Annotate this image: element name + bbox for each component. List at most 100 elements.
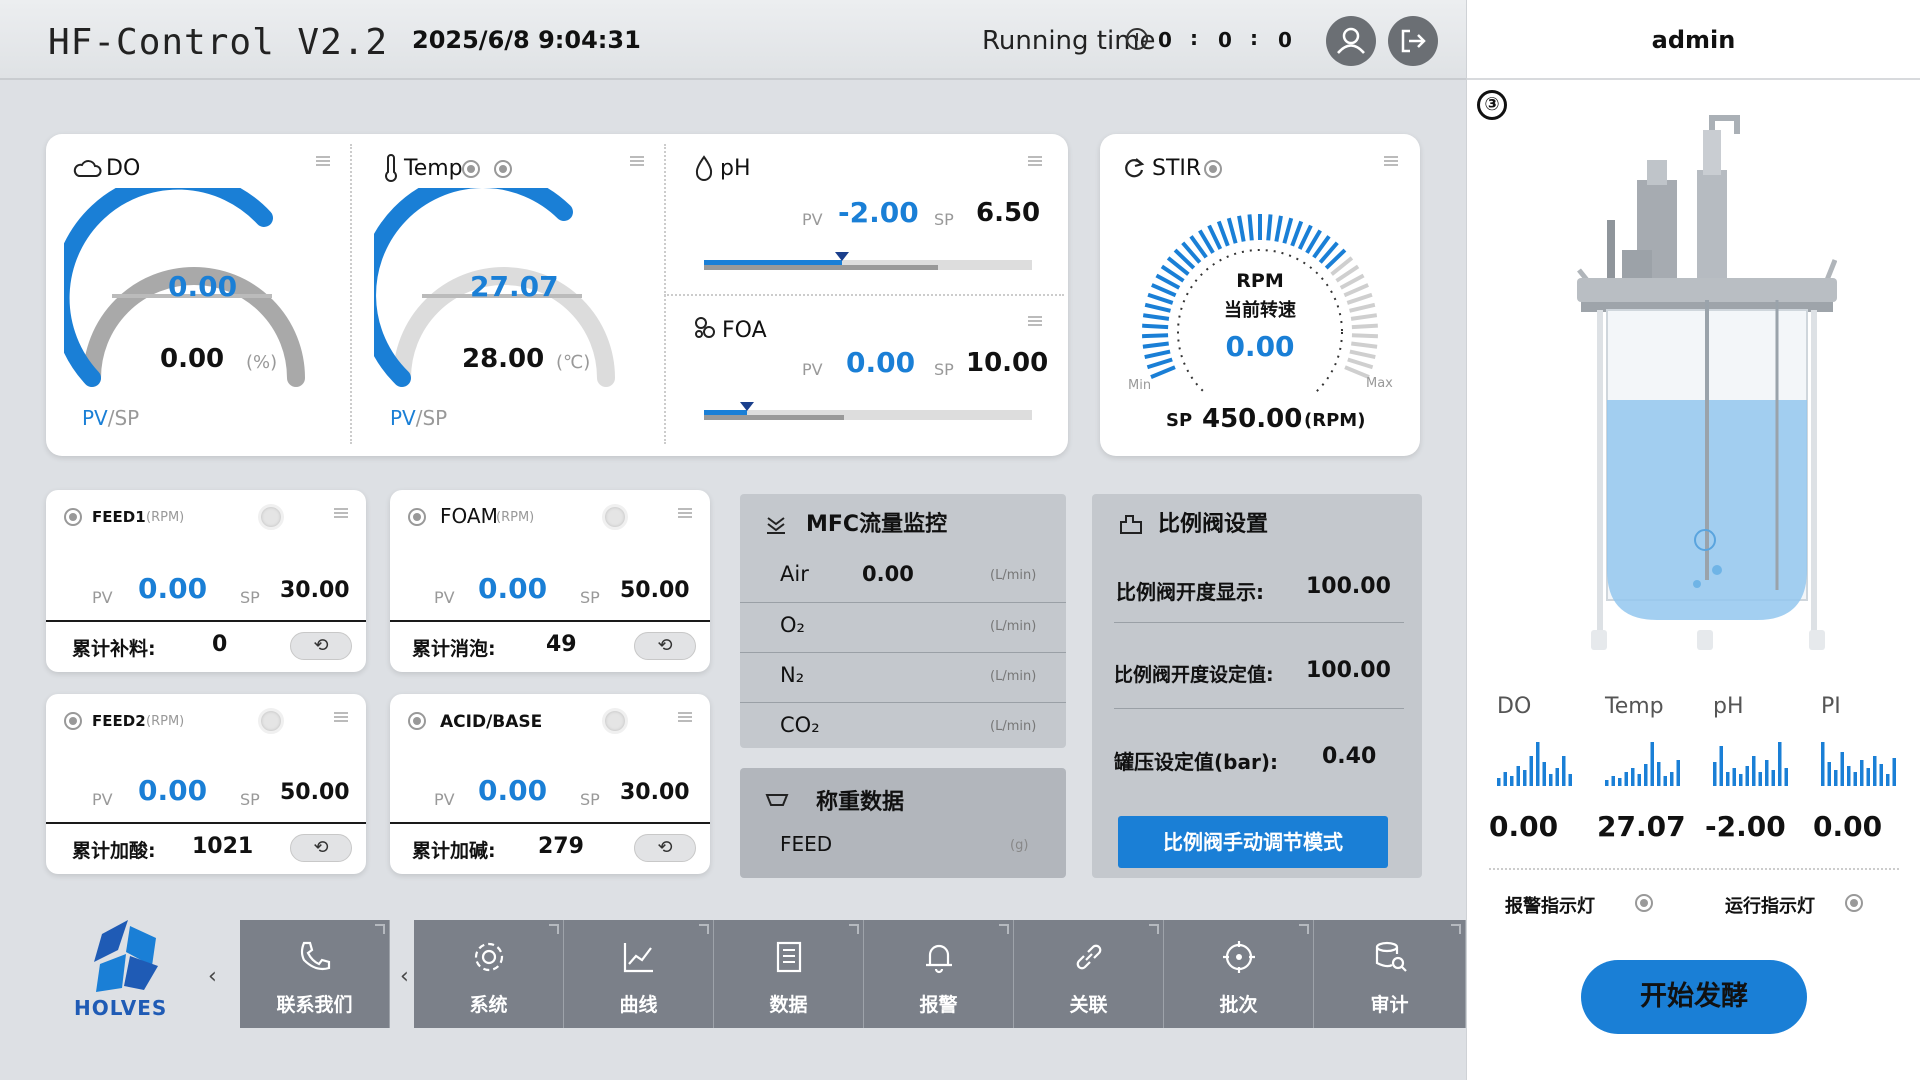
document-icon bbox=[776, 941, 801, 973]
bioreactor-image bbox=[1577, 115, 1837, 650]
feed2-sync-button[interactable]: ⟲ bbox=[290, 834, 352, 862]
nav-prev-arrow[interactable]: ‹ bbox=[208, 964, 217, 989]
top-header: HF-Control V2.2 2025/6/8 9:04:31 Running… bbox=[0, 0, 1466, 80]
menu-icon[interactable] bbox=[1028, 156, 1042, 166]
mini-chart-value: 0.00 bbox=[1813, 810, 1883, 843]
mini-chart-bars bbox=[1605, 742, 1680, 786]
ph-marker-icon bbox=[835, 252, 849, 261]
menu-icon[interactable] bbox=[1384, 156, 1398, 166]
mini-chart-bar bbox=[1650, 742, 1654, 786]
scale-icon bbox=[765, 794, 789, 806]
nav-curve-label: 曲线 bbox=[619, 994, 658, 1016]
menu-icon[interactable] bbox=[334, 712, 348, 722]
menu-icon[interactable] bbox=[678, 712, 692, 722]
feed1-sp-label: SP bbox=[240, 588, 260, 607]
valve-set-label: 比例阀开度设定值: bbox=[1114, 664, 1274, 686]
mini-chart-bar bbox=[1523, 770, 1527, 786]
do-label: DO bbox=[106, 156, 141, 181]
foam-radio[interactable] bbox=[408, 508, 426, 526]
line-chart-icon bbox=[623, 943, 653, 973]
mini-chart-bar bbox=[1497, 778, 1501, 786]
mini-chart-bar bbox=[1853, 772, 1857, 786]
feed1-total-label: 累计补料: bbox=[72, 638, 156, 660]
temp-sp: 28.00 bbox=[462, 344, 545, 374]
mini-chart-bar bbox=[1536, 742, 1540, 786]
acid-sp: 30.00 bbox=[620, 780, 690, 805]
acid-base-radio[interactable] bbox=[408, 712, 426, 730]
menu-icon[interactable] bbox=[1028, 316, 1042, 326]
nav-batch-button[interactable]: 批次 bbox=[1164, 920, 1314, 1028]
menu-icon[interactable] bbox=[678, 508, 692, 518]
nav-contact-button[interactable]: 联系我们 bbox=[240, 920, 390, 1028]
acid-base-led bbox=[602, 708, 628, 734]
mfc-gas-name: O₂ bbox=[780, 613, 805, 637]
acid-pv: 0.00 bbox=[478, 774, 548, 807]
ph-pv: -2.00 bbox=[838, 196, 919, 229]
weigh-feed-label: FEED bbox=[780, 832, 833, 856]
mini-chart-bar bbox=[1778, 742, 1782, 786]
feed2-pv: 0.00 bbox=[138, 774, 208, 807]
manual-mode-button[interactable]: 比例阀手动调节模式 bbox=[1118, 816, 1388, 868]
user-button[interactable] bbox=[1326, 16, 1376, 66]
stir-radio[interactable] bbox=[1204, 160, 1222, 178]
foam-sp-label: SP bbox=[580, 588, 600, 607]
temp-radio-1[interactable] bbox=[462, 160, 480, 178]
menu-icon[interactable] bbox=[334, 508, 348, 518]
valve-display-label: 比例阀开度显示: bbox=[1116, 580, 1264, 604]
droplet-icon bbox=[695, 155, 713, 181]
nav-alarm-button[interactable]: 报警 bbox=[864, 920, 1014, 1028]
do-pvsp-label: PV/SP bbox=[82, 406, 140, 430]
mfc-gas-unit: (L/min) bbox=[990, 619, 1037, 634]
mini-chart-bar bbox=[1676, 760, 1680, 786]
do-sp: 0.00 bbox=[160, 344, 225, 374]
feed1-sync-button[interactable]: ⟲ bbox=[290, 632, 352, 660]
stir-gauge-tick bbox=[1290, 220, 1304, 247]
menu-icon[interactable] bbox=[316, 156, 330, 166]
logout-button[interactable] bbox=[1388, 16, 1438, 66]
foa-marker-icon bbox=[740, 402, 754, 411]
mini-chart-bar bbox=[1745, 766, 1749, 786]
start-fermentation-button[interactable]: 开始发酵 bbox=[1581, 960, 1807, 1034]
mini-chart-bar bbox=[1605, 780, 1609, 786]
temp-radio-2[interactable] bbox=[494, 160, 512, 178]
mini-chart-value: 27.07 bbox=[1597, 810, 1686, 843]
feed1-radio[interactable] bbox=[64, 508, 82, 526]
mini-chart-bar bbox=[1765, 760, 1769, 786]
logout-icon bbox=[1401, 29, 1426, 53]
feed1-pv: 0.00 bbox=[138, 572, 208, 605]
nav-link-button[interactable]: 关联 bbox=[1014, 920, 1164, 1028]
acid-sync-button[interactable]: ⟲ bbox=[634, 834, 696, 862]
mfc-title: MFC流量监控 bbox=[806, 512, 948, 537]
mini-chart-bars bbox=[1497, 742, 1572, 786]
mini-chart-bar bbox=[1657, 762, 1661, 786]
nav-audit-label: 审计 bbox=[1370, 994, 1409, 1016]
mini-chart-label: pH bbox=[1713, 694, 1744, 719]
stir-gauge-tick bbox=[1150, 365, 1176, 380]
logo-icon bbox=[94, 920, 158, 992]
nav-curve-button[interactable]: 曲线 bbox=[564, 920, 714, 1028]
nav-data-button[interactable]: 数据 bbox=[714, 920, 864, 1028]
nav-prev-arrow-2[interactable]: ‹ bbox=[400, 964, 409, 989]
acid-pv-label: PV bbox=[434, 790, 455, 809]
ph-label: pH bbox=[720, 156, 751, 181]
foam-sync-button[interactable]: ⟲ bbox=[634, 632, 696, 660]
feed2-sp: 50.00 bbox=[280, 780, 350, 805]
ph-sp: 6.50 bbox=[976, 198, 1041, 228]
mfc-panel: MFC流量监控 Air 0.00 (L/min) O₂ (L/min) N₂ (L/min)… bbox=[740, 494, 1066, 748]
weigh-panel: 称重数据 FEED (g) bbox=[740, 768, 1066, 878]
mini-chart-bar bbox=[1644, 764, 1648, 786]
mini-chart-bar bbox=[1503, 772, 1507, 786]
nav-data-label: 数据 bbox=[769, 994, 808, 1016]
nav-audit-button[interactable]: 审计 bbox=[1314, 920, 1466, 1028]
alarm-indicator-light bbox=[1635, 894, 1653, 912]
stir-gauge-tick bbox=[1237, 215, 1246, 242]
feed1-label: FEED1 bbox=[92, 508, 146, 526]
feed2-radio[interactable] bbox=[64, 712, 82, 730]
mini-chart-bar bbox=[1618, 778, 1622, 786]
menu-icon[interactable] bbox=[630, 156, 644, 166]
stir-sp: 450.00 bbox=[1202, 404, 1303, 434]
nav-system-button[interactable]: 系统 bbox=[414, 920, 564, 1028]
username: admin bbox=[1651, 26, 1736, 54]
mini-chart-bar bbox=[1516, 766, 1520, 786]
holves-logo: HOLVES bbox=[70, 916, 190, 1026]
